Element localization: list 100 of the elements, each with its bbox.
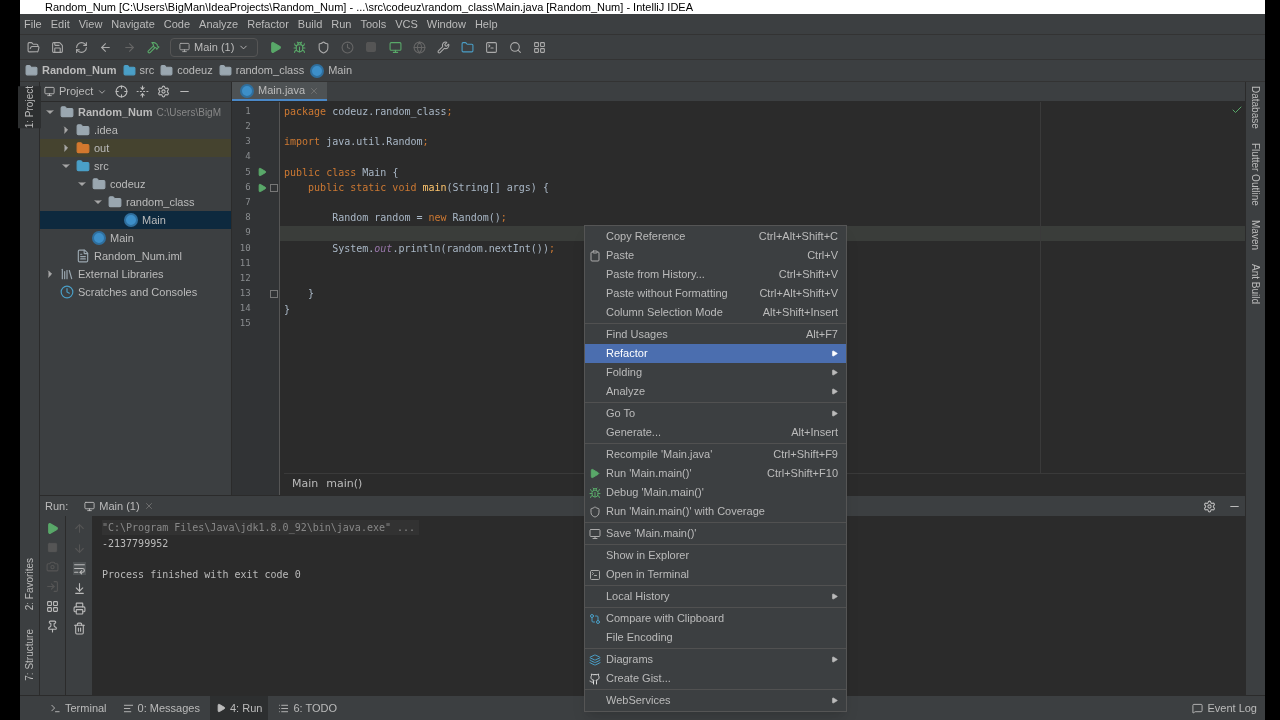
window-icon	[589, 527, 601, 540]
menu-item[interactable]: Analyze	[585, 382, 846, 401]
tree-item[interactable]: src	[40, 157, 231, 175]
tool-window-tab[interactable]: Ant Build	[1248, 263, 1263, 304]
menu-item[interactable]: Analyze	[199, 15, 239, 33]
tool-window-tab[interactable]: Maven	[1248, 219, 1263, 250]
menu-item[interactable]: Copy Reference Ctrl+Alt+Shift+C	[585, 227, 846, 246]
menu-item[interactable]: Refactor	[585, 344, 846, 363]
tool-window-tab[interactable]: 7: Structure	[18, 628, 41, 681]
menu-item[interactable]: Debug 'Main.main()'	[585, 483, 846, 502]
bug-icon	[589, 486, 601, 499]
terminal-icon	[50, 702, 61, 714]
menu-item[interactable]: Paste Ctrl+V	[585, 246, 846, 265]
line-number: 14	[238, 302, 251, 316]
tree-item[interactable]: .idea	[40, 121, 231, 139]
menu-item[interactable]: Paste without Formatting Ctrl+Alt+Shift+V	[585, 284, 846, 303]
tree-item[interactable]: Random_Num.iml	[40, 247, 231, 265]
tree-item[interactable]: Random_Num C:\Users\BigM	[40, 103, 231, 121]
tree-item[interactable]: External Libraries	[40, 265, 231, 283]
package-icon	[92, 177, 106, 191]
menu-item[interactable]: Recompile 'Main.java' Ctrl+Shift+F9	[585, 445, 846, 464]
menu-item[interactable]: Go To	[585, 404, 846, 423]
menu-item[interactable]: Run 'Main.main()' with Coverage	[585, 502, 846, 521]
run-gutter-icon[interactable]	[257, 167, 268, 178]
line-number: 4	[244, 150, 251, 164]
run-gutter-icon[interactable]	[257, 182, 268, 193]
shortcut: Ctrl+Shift+F10	[767, 466, 838, 482]
menu-item[interactable]: VCS	[395, 15, 418, 33]
menu-item[interactable]: Paste from History... Ctrl+Shift+V	[585, 265, 846, 284]
menu-item[interactable]: Diagrams	[585, 650, 846, 669]
menu-item[interactable]: Navigate	[111, 15, 155, 33]
breadcrumb[interactable]: main()	[326, 476, 363, 493]
menu-item[interactable]: Edit	[50, 15, 70, 33]
menu-item[interactable]: Generate... Alt+Insert	[585, 423, 846, 442]
tool-window-tab[interactable]: 2: Favorites	[18, 558, 41, 611]
menu-item[interactable]: Build	[297, 15, 323, 33]
collapse-all-icon[interactable]	[136, 85, 150, 98]
menu-item[interactable]: Run 'Main.main()' Ctrl+Shift+F10	[585, 464, 846, 483]
menu-item[interactable]: Local History	[585, 587, 846, 606]
tree-item[interactable]: Scratches and Consoles	[40, 283, 231, 301]
breadcrumb[interactable]: Main	[310, 62, 353, 79]
line-number: 13	[238, 287, 251, 301]
shortcut: Alt+Insert	[791, 425, 838, 441]
tool-window-button[interactable]: 4: Run	[209, 696, 269, 720]
print-icon[interactable]	[72, 602, 86, 615]
menu-item[interactable]: File	[24, 15, 42, 33]
settings-icon[interactable]	[1203, 499, 1216, 513]
event-log-button[interactable]: Event Log	[1192, 699, 1257, 717]
trash-icon[interactable]	[72, 622, 86, 635]
tool-window-tab[interactable]: Flutter Outline	[1248, 142, 1263, 206]
folder-icon	[218, 64, 232, 77]
breadcrumb[interactable]: codeuz	[160, 62, 213, 79]
breadcrumb[interactable]: src	[122, 62, 155, 79]
settings-icon[interactable]	[157, 85, 171, 98]
menu-item[interactable]: Find Usages Alt+F7	[585, 325, 846, 344]
tool-window-tab[interactable]: 1: Project	[18, 86, 41, 129]
breadcrumb[interactable]: Main	[292, 476, 319, 493]
run-tab[interactable]: Main (1)	[80, 497, 158, 515]
menu-item[interactable]: Code	[163, 15, 191, 33]
tool-window-button[interactable]: 0: Messages	[116, 696, 206, 720]
menu-item[interactable]: WebServices	[585, 691, 846, 710]
tree-item[interactable]: out	[40, 139, 231, 157]
pin-icon[interactable]	[46, 620, 59, 633]
tool-window-tab[interactable]: Database	[1248, 86, 1263, 129]
menu-item[interactable]: Column Selection Mode Alt+Shift+Insert	[585, 303, 846, 322]
menu-item[interactable]: Save 'Main.main()'	[585, 524, 846, 543]
menu-item[interactable]: Create Gist...	[585, 669, 846, 688]
menu-item[interactable]: Folding	[585, 363, 846, 382]
menu-item[interactable]: Show in Explorer	[585, 546, 846, 565]
menu-item[interactable]: Run	[331, 15, 352, 33]
menu-item[interactable]: Refactor	[247, 15, 289, 33]
fold-marker-icon[interactable]	[270, 289, 279, 298]
scroll-to-end-icon[interactable]	[72, 582, 86, 595]
line-number: 8	[244, 211, 251, 225]
tree-item[interactable]: codeuz	[40, 175, 231, 193]
menu-item[interactable]: Compare with Clipboard	[585, 609, 846, 628]
locate-icon[interactable]	[115, 85, 129, 98]
breadcrumb[interactable]: random_class	[218, 62, 305, 79]
run-configuration-dropdown[interactable]: Main (1)	[170, 37, 259, 57]
code-line: System.out.println(random.nextInt());	[331, 241, 555, 256]
tree-item[interactable]: Main	[40, 229, 231, 247]
layout-icon[interactable]	[46, 600, 59, 613]
menu-item[interactable]: Open in Terminal	[585, 565, 846, 584]
breadcrumb[interactable]: Random_Num	[25, 62, 117, 79]
rerun-icon[interactable]	[46, 522, 59, 535]
tree-item-label: src	[94, 158, 109, 174]
tool-window-button[interactable]: 6: TODO	[272, 696, 343, 720]
editor-tab[interactable]: Main.java	[232, 82, 328, 101]
menu-item[interactable]: Help	[474, 15, 498, 33]
wrap-icon[interactable]	[72, 562, 86, 575]
tree-item[interactable]: Main	[40, 211, 231, 229]
tree-item[interactable]: random_class	[40, 193, 231, 211]
menu-item[interactable]: Window	[426, 15, 466, 33]
project-view-dropdown[interactable]: Project	[44, 83, 108, 100]
menu-item[interactable]: Tools	[360, 15, 387, 33]
fold-marker-icon[interactable]	[270, 183, 279, 192]
menu-item[interactable]: File Encoding	[585, 628, 846, 647]
tool-window-button[interactable]: Terminal	[44, 696, 113, 720]
tree-item-path: C:\Users\BigM	[156, 105, 222, 120]
menu-item[interactable]: View	[78, 15, 103, 33]
